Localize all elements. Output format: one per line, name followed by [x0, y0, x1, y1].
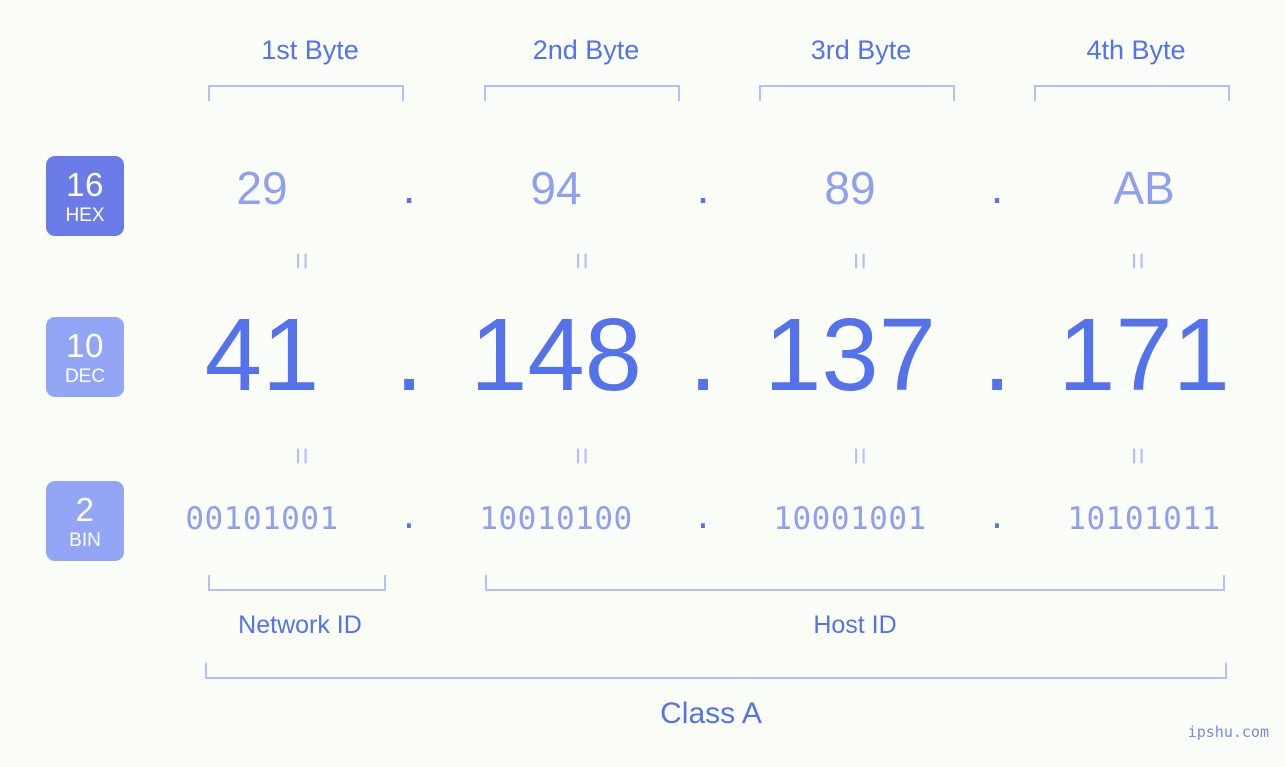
byte-label-1: 1st Byte — [261, 35, 359, 65]
equals-hex-dec-3: = — [843, 252, 876, 270]
bin-separator-1: . — [399, 500, 419, 537]
hex-octet-2: 94 — [530, 162, 582, 214]
equals-dec-bin-2: = — [565, 447, 598, 465]
equals-dec-bin-1: = — [285, 447, 318, 465]
bin-separator-3: . — [987, 500, 1007, 537]
hex-separator-2: . — [696, 161, 710, 214]
byte-bracket-4 — [1034, 85, 1230, 101]
base-badge-hex: 16 HEX — [46, 156, 124, 236]
network-id-label: Network ID — [238, 611, 362, 639]
equals-hex-dec-2: = — [565, 252, 598, 270]
network-id-bracket — [208, 575, 386, 591]
dec-separator-1: . — [394, 297, 424, 413]
byte-label-4: 4th Byte — [1086, 35, 1186, 65]
hex-octet-3: 89 — [824, 162, 876, 214]
base-badge-bin: 2 BIN — [46, 481, 124, 561]
host-id-label: Host ID — [813, 611, 897, 639]
class-bracket — [205, 663, 1227, 679]
hex-separator-1: . — [402, 161, 416, 214]
dec-octet-2: 148 — [470, 297, 642, 412]
equals-dec-bin-3: = — [843, 447, 876, 465]
bin-octet-3: 10001001 — [773, 501, 927, 537]
bin-octet-1: 00101001 — [185, 501, 339, 537]
dec-octet-3: 137 — [764, 297, 936, 412]
dec-octet-1: 41 — [204, 297, 320, 412]
hex-row: 29 . 94 . 89 . AB — [150, 152, 1260, 224]
hex-octet-1: 29 — [236, 162, 288, 214]
bin-octet-2: 10010100 — [479, 501, 633, 537]
base-badge-hex-number: 16 — [66, 165, 104, 203]
equals-hex-dec-4: = — [1121, 252, 1154, 270]
base-badge-dec-name: DEC — [64, 365, 106, 387]
dec-separator-3: . — [982, 297, 1012, 413]
ip-breakdown-diagram: 1st Byte 2nd Byte 3rd Byte 4th Byte 16 H… — [0, 0, 1285, 767]
base-badge-hex-name: HEX — [65, 204, 105, 226]
host-id-bracket — [485, 575, 1225, 591]
byte-bracket-2 — [484, 85, 680, 101]
bin-row: 00101001 . 10010100 . 10001001 . 1010101… — [150, 495, 1260, 543]
dec-separator-2: . — [688, 297, 718, 413]
base-badge-bin-number: 2 — [75, 490, 95, 528]
base-badge-bin-name: BIN — [69, 529, 101, 551]
base-badge-dec: 10 DEC — [46, 317, 124, 397]
base-badge-dec-number: 10 — [66, 326, 104, 364]
bin-octet-4: 10101011 — [1067, 501, 1221, 537]
dec-row: 41 . 148 . 137 . 171 — [150, 297, 1260, 413]
byte-bracket-3 — [759, 85, 955, 101]
dec-octet-4: 171 — [1058, 297, 1230, 412]
hex-octet-4: AB — [1113, 162, 1175, 214]
bin-separator-2: . — [693, 500, 713, 537]
equals-hex-dec-1: = — [285, 252, 318, 270]
equals-dec-bin-4: = — [1121, 447, 1154, 465]
class-label: Class A — [660, 697, 762, 730]
byte-bracket-1 — [208, 85, 404, 101]
hex-separator-3: . — [990, 161, 1004, 214]
site-watermark: ipshu.com — [1187, 723, 1269, 741]
byte-label-2: 2nd Byte — [532, 35, 640, 65]
byte-label-3: 3rd Byte — [810, 35, 912, 65]
